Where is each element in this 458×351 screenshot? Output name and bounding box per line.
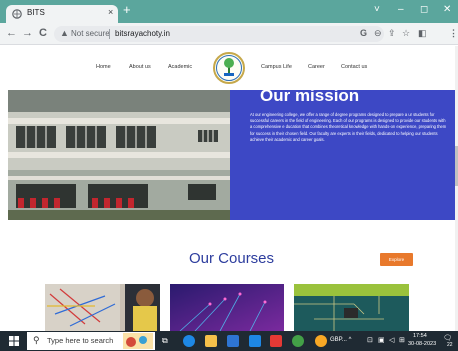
search-icon: ⚲ [33, 335, 40, 345]
taskbar-search-box[interactable]: ⚲ Type here to search [27, 332, 155, 350]
hero-section: Our mission At our engineering college, … [8, 90, 455, 220]
mission-panel: Our mission At our engineering college, … [230, 90, 455, 220]
mission-paragraph: At our engineering college, we offer a r… [250, 112, 447, 142]
notification-icon[interactable]: 🗨 [443, 334, 452, 342]
tab-title: BITS [27, 8, 45, 17]
store-icon[interactable] [227, 335, 239, 347]
maximize-button[interactable]: ◻ [420, 3, 428, 17]
system-tray-text[interactable]: GBP... ^ [330, 337, 351, 343]
clock-date[interactable]: 30-08-2023 [408, 341, 436, 347]
search-highlight-icon [123, 333, 153, 349]
nav-link-about-us[interactable]: About us [129, 64, 151, 70]
taskbar-search-placeholder: Type here to search [47, 336, 114, 345]
tab-close-icon[interactable]: × [108, 7, 113, 17]
zoom-icon[interactable]: ⊖ [374, 28, 382, 39]
notification-count: 22 [447, 342, 453, 348]
nav-link-campus-life[interactable]: Campus Life [261, 64, 292, 70]
sidebar-icon[interactable]: ◧ [418, 28, 427, 39]
college-logo[interactable] [213, 52, 245, 84]
courses-heading: Our Courses [189, 250, 275, 267]
course-card-computing[interactable] [170, 284, 284, 331]
menu-icon[interactable]: ⋮ [449, 28, 458, 39]
address-bar[interactable]: ▲ Not secure bitsrayachoty.in [54, 26, 384, 42]
edge-browser-icon[interactable] [183, 335, 195, 347]
browser-tab[interactable]: BITS × [6, 5, 118, 23]
electronics-lab-image [45, 284, 160, 331]
clock-time[interactable]: 17:54 [413, 333, 427, 339]
digital-technology-image [170, 284, 284, 331]
college-logo-emblem-icon [216, 55, 242, 81]
url-text[interactable]: bitsrayachoty.in [115, 29, 170, 38]
warning-triangle-icon: ▲ [60, 28, 69, 38]
nav-link-contact-us[interactable]: Contact us [341, 64, 367, 70]
minimize-button[interactable]: – [398, 3, 404, 17]
course-card-electronics[interactable] [45, 284, 160, 331]
file-explorer-icon[interactable] [205, 335, 217, 347]
browser-tab-strip: BITS × + ˅ – ◻ ✕ [0, 0, 458, 23]
circuit-board-image [294, 284, 409, 331]
windows-taskbar: ⚲ Type here to search ⧉ GBP... ^ ⊡ ▣ ◁ ⊞… [0, 331, 458, 351]
volume-icon[interactable]: ◁ [389, 336, 394, 344]
campus-building-image [8, 90, 252, 220]
explore-button[interactable]: Explore [380, 253, 413, 266]
forward-arrow-icon[interactable]: → [22, 27, 33, 40]
course-card-circuits[interactable] [294, 284, 409, 331]
site-navigation: Home About us Academic Campus Life Caree… [0, 46, 458, 90]
back-arrow-icon[interactable]: ← [6, 27, 17, 40]
close-window-button[interactable]: ✕ [443, 3, 451, 17]
reload-icon[interactable]: C [39, 27, 47, 40]
windows-start-icon[interactable] [9, 336, 19, 346]
nav-link-home[interactable]: Home [96, 64, 111, 70]
bookmark-star-icon[interactable]: ☆ [402, 28, 410, 39]
mail-icon[interactable] [249, 335, 261, 347]
nav-link-academic[interactable]: Academic [168, 64, 192, 70]
chrome-browser-icon[interactable] [292, 335, 304, 347]
display-icon[interactable]: ▣ [378, 336, 385, 344]
new-tab-button[interactable]: + [123, 3, 131, 17]
address-bar-divider [109, 29, 110, 39]
office-app-icon[interactable] [270, 335, 282, 347]
nav-link-career[interactable]: Career [308, 64, 325, 70]
browser-toolbar: ← → C ▲ Not secure bitsrayachoty.in G ⊖ … [0, 23, 458, 62]
task-view-icon[interactable]: ⧉ [162, 336, 168, 346]
not-secure-label: Not secure [71, 29, 110, 38]
language-icon[interactable]: ⊞ [399, 336, 405, 344]
mission-heading: Our mission [260, 90, 360, 105]
tab-search-chevron-icon[interactable]: ˅ [374, 3, 380, 17]
weather-icon[interactable] [315, 335, 327, 347]
google-g-icon[interactable]: G [360, 28, 367, 39]
network-icon[interactable]: ⊡ [367, 336, 373, 344]
share-icon[interactable]: ⇪ [388, 28, 396, 39]
site-favicon-icon [12, 9, 22, 19]
